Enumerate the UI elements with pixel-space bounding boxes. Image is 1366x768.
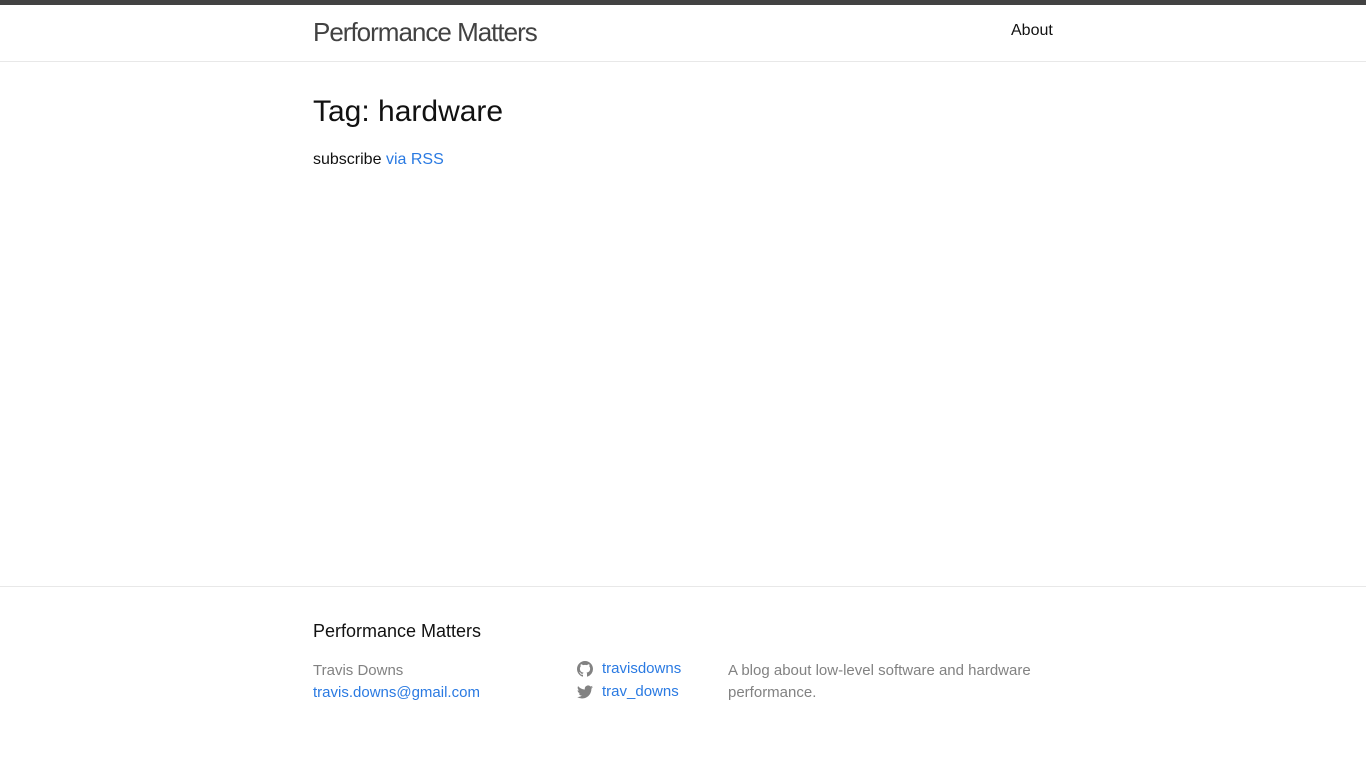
rss-link[interactable]: via RSS bbox=[386, 151, 444, 168]
github-icon bbox=[577, 660, 593, 677]
twitter-icon bbox=[577, 684, 593, 700]
site-title-link[interactable]: Performance Matters bbox=[313, 16, 538, 48]
email-link[interactable]: travis.downs@gmail.com bbox=[313, 684, 480, 701]
footer-social-column: travisdowns trav_downs bbox=[577, 660, 681, 705]
author-name: Travis Downs bbox=[313, 662, 404, 679]
subscribe-line: subscribe via RSS bbox=[313, 150, 444, 170]
twitter-link[interactable]: trav_downs bbox=[602, 678, 679, 705]
site-footer: Performance Matters Travis Downs travis.… bbox=[0, 586, 1366, 768]
footer-heading: Performance Matters bbox=[313, 621, 482, 641]
nav-about-link[interactable]: About bbox=[1011, 21, 1053, 41]
social-item-twitter: trav_downs bbox=[577, 678, 681, 705]
footer-contact-column: Travis Downs travis.downs@gmail.com bbox=[313, 660, 480, 704]
subscribe-text: subscribe bbox=[313, 151, 382, 168]
site-description: A blog about low-level software and hard… bbox=[728, 662, 1031, 701]
site-header: Performance Matters About bbox=[0, 5, 1366, 62]
page-title: Tag: hardware bbox=[313, 95, 504, 128]
